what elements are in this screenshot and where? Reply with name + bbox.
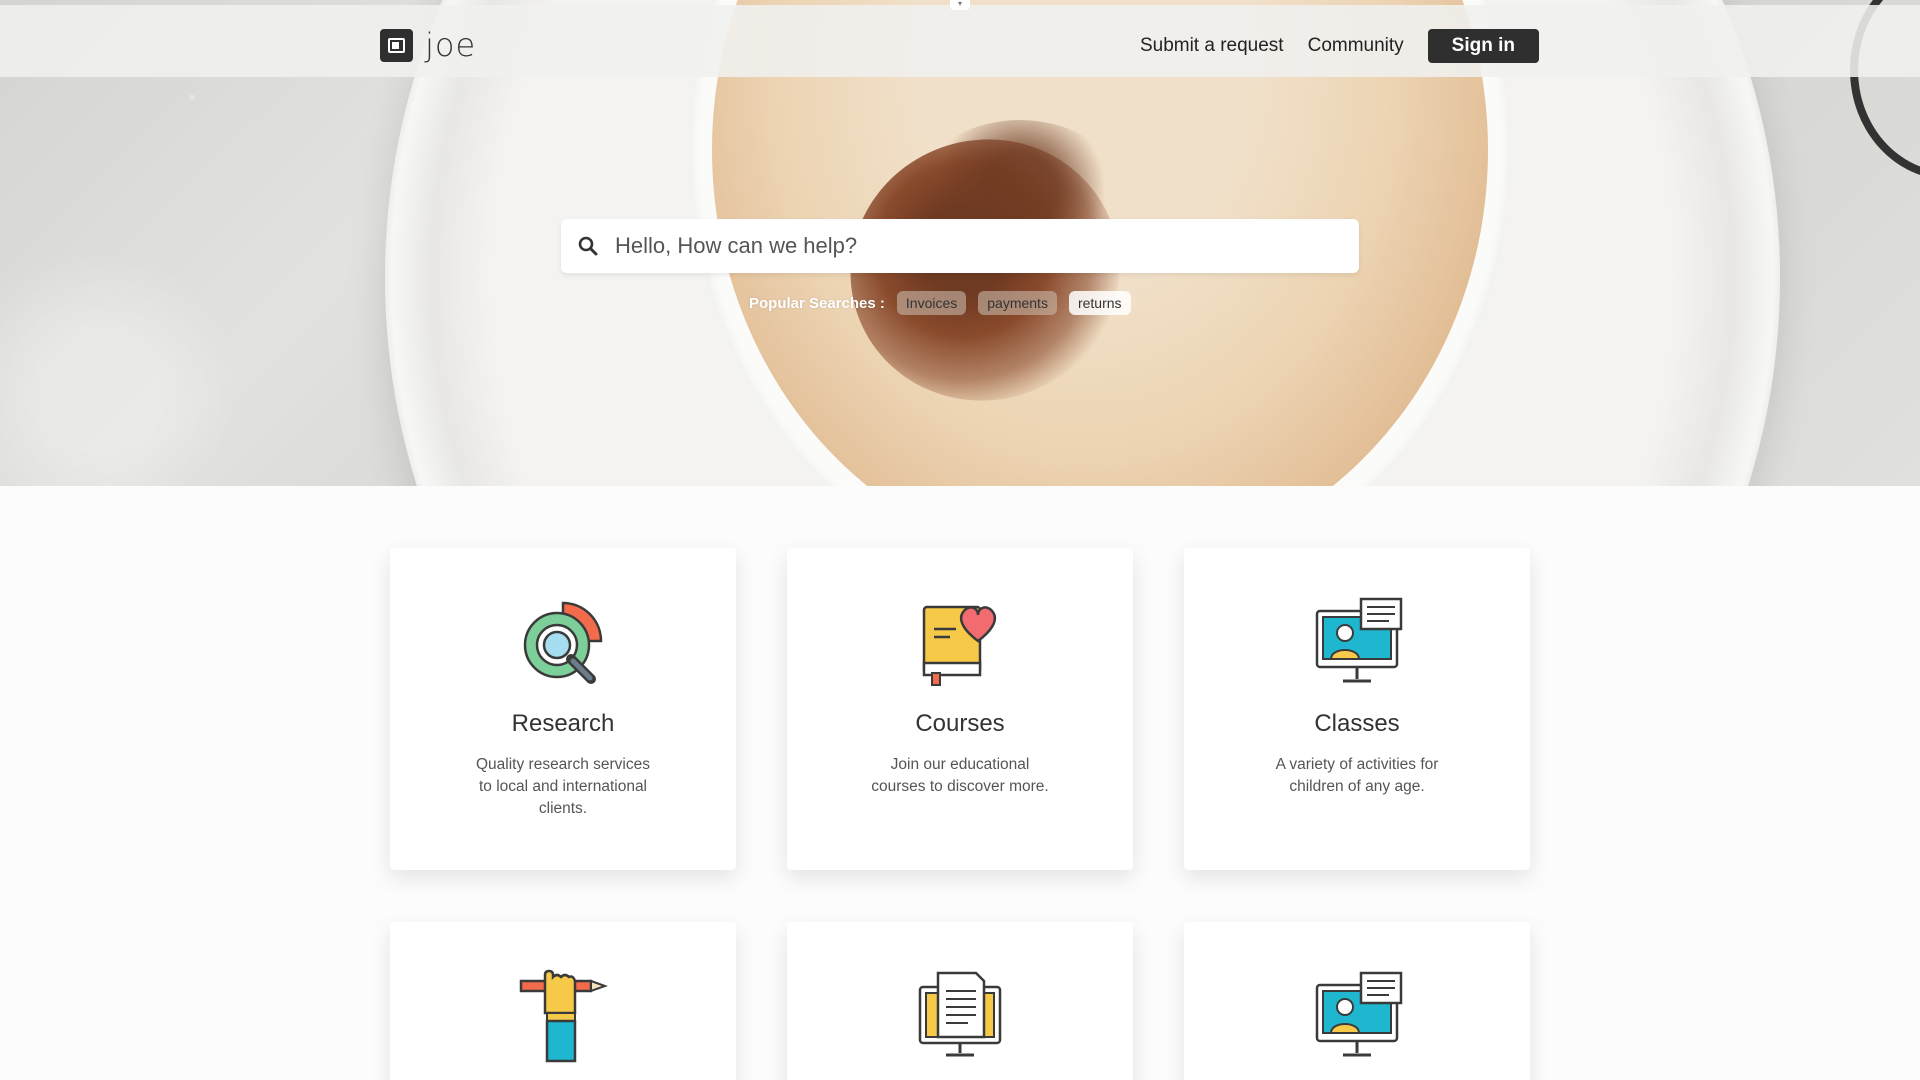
search-input[interactable] (615, 233, 1315, 259)
category-card-courses[interactable]: Courses Join our educational courses to … (787, 548, 1133, 870)
popular-search-chip[interactable]: returns (1068, 291, 1131, 315)
sign-in-button[interactable]: Sign in (1427, 29, 1539, 63)
book-heart-icon (912, 593, 1008, 689)
popular-searches: Popular Searches : Invoices payments ret… (749, 291, 1131, 315)
category-card[interactable] (390, 922, 736, 1080)
chevron-down-icon[interactable]: ▾ (950, 0, 970, 10)
card-title: Research (511, 710, 615, 737)
popular-search-chip[interactable]: payments (978, 291, 1057, 315)
monitor-document-icon (912, 967, 1008, 1063)
top-nav: Submit a request Community Sign in (1140, 29, 1539, 63)
card-description: Quality research services to local and i… (475, 756, 650, 817)
card-description: Join our educational courses to discover… (871, 756, 1049, 795)
monitor-chat-icon (1309, 967, 1405, 1063)
category-card[interactable] (1184, 922, 1530, 1080)
logo-text: joe (425, 26, 477, 64)
card-description: A variety of activities for children of … (1275, 756, 1439, 795)
card-title: Courses (915, 710, 1005, 737)
hand-pencil-icon (515, 967, 611, 1063)
monitor-chat-icon (1309, 593, 1405, 689)
nav-submit-request[interactable]: Submit a request (1140, 35, 1284, 57)
card-title: Classes (1314, 710, 1400, 737)
category-card-classes[interactable]: Classes A variety of activities for chil… (1184, 548, 1530, 870)
popular-searches-label: Popular Searches : (749, 294, 885, 312)
search-icon (561, 219, 615, 273)
logo[interactable]: joe (380, 26, 476, 64)
category-card[interactable] (787, 922, 1133, 1080)
search-bar[interactable] (561, 219, 1359, 273)
top-header: joe Submit a request Community Sign in (0, 5, 1920, 77)
category-card-research[interactable]: Research Quality research services to lo… (390, 548, 736, 870)
popular-search-chip[interactable]: Invoices (896, 291, 967, 315)
research-chart-magnifier-icon (515, 593, 611, 689)
logo-icon (380, 28, 413, 62)
nav-community[interactable]: Community (1308, 35, 1404, 57)
